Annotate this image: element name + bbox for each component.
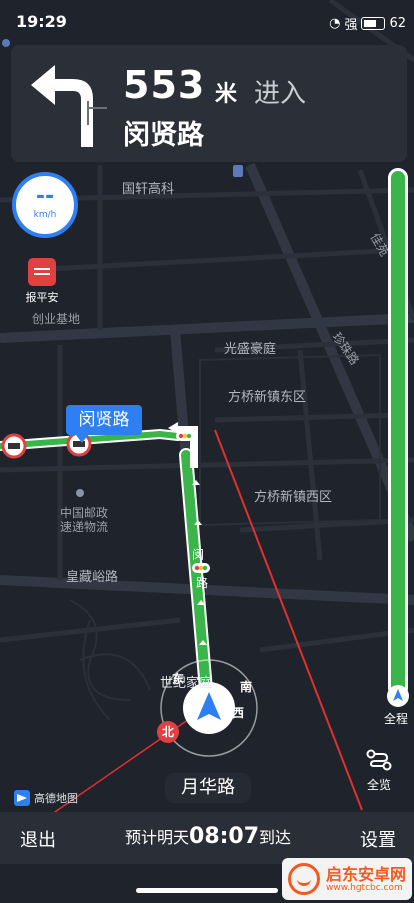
battery-icon	[361, 17, 386, 30]
map-label: 世纪家庭	[160, 676, 213, 691]
overview-label: 全览	[366, 778, 391, 792]
compass-north[interactable]: 北	[157, 721, 179, 743]
status-indicators: ◔ 强 62	[329, 14, 406, 33]
watermark-url: www.hgtcbc.com	[326, 883, 403, 893]
speed-value: --	[35, 184, 55, 209]
watermark-title: 启东安卓网	[326, 865, 407, 884]
amap-logo-icon	[14, 790, 30, 806]
watermark: 启东安卓网 www.hgtcbc.com	[282, 858, 412, 900]
full-route-label: 全程	[384, 712, 409, 726]
map-label: 皇藏峪路	[66, 570, 119, 585]
map-label: 国轩高科	[122, 182, 175, 197]
eta-text: 预计明天08:07到达	[125, 824, 291, 849]
eta-suffix: 到达	[259, 828, 292, 847]
traffic-light-icon	[176, 431, 194, 441]
progress-location-icon	[387, 685, 409, 707]
map-label: 方桥新镇东区	[228, 390, 307, 405]
next-road-name: 闵贤路	[123, 120, 204, 151]
guidance-card[interactable]: 553 米 进入 闵贤路	[11, 45, 407, 162]
report-safety-button[interactable]: 报平安	[18, 258, 66, 305]
turn-left-icon	[31, 65, 107, 147]
road-name-bubble: 闵贤路	[66, 405, 142, 443]
poi-marker-icon	[76, 489, 84, 497]
speed-camera-icon	[1, 433, 27, 459]
action-text: 进入	[254, 79, 307, 109]
speedometer: -- km/h	[12, 172, 78, 238]
map-label: 路	[196, 576, 209, 590]
map-label: 创业基地	[32, 312, 81, 326]
speed-unit: km/h	[33, 210, 57, 220]
traffic-light-icon	[192, 563, 210, 573]
current-road-label: 月华路	[165, 773, 251, 803]
bottom-bar: 退出 预计明天08:07到达 设置	[0, 812, 414, 864]
settings-button[interactable]: 设置	[360, 826, 396, 852]
status-bar: 19:29 ◔ 强 62	[0, 0, 414, 44]
distance-unit: 米	[215, 82, 238, 107]
distance-value: 553	[123, 63, 206, 107]
watermark-logo-icon	[288, 863, 320, 895]
map-label: 闵	[192, 548, 205, 562]
home-indicator[interactable]	[136, 888, 278, 893]
exit-button[interactable]: 退出	[20, 826, 56, 852]
route-overview-icon	[366, 749, 392, 771]
compass-west: 西	[232, 706, 245, 720]
map-label: 方桥新镇西区	[254, 490, 333, 505]
amap-logo-text: 高德地图	[34, 792, 78, 805]
map-label: 光盛豪庭	[224, 342, 277, 357]
battery-level: 62	[389, 16, 406, 31]
compass-east: 东	[172, 672, 185, 686]
eta-prefix: 预计明天	[125, 828, 190, 847]
eta-time: 08:07	[189, 824, 260, 849]
overview-button[interactable]: 全览	[358, 748, 400, 793]
compass-south: 南	[240, 680, 253, 694]
signal-icon: ◔	[329, 16, 341, 31]
route-progress-bar	[388, 168, 408, 698]
map-label: 速递物流	[60, 520, 109, 534]
signal-text: 强	[344, 18, 358, 33]
status-time: 19:29	[16, 12, 67, 31]
bus-stop-icon	[233, 165, 243, 177]
report-safety-label: 报平安	[25, 291, 59, 304]
message-icon	[28, 258, 56, 286]
amap-logo: 高德地图	[14, 790, 78, 806]
